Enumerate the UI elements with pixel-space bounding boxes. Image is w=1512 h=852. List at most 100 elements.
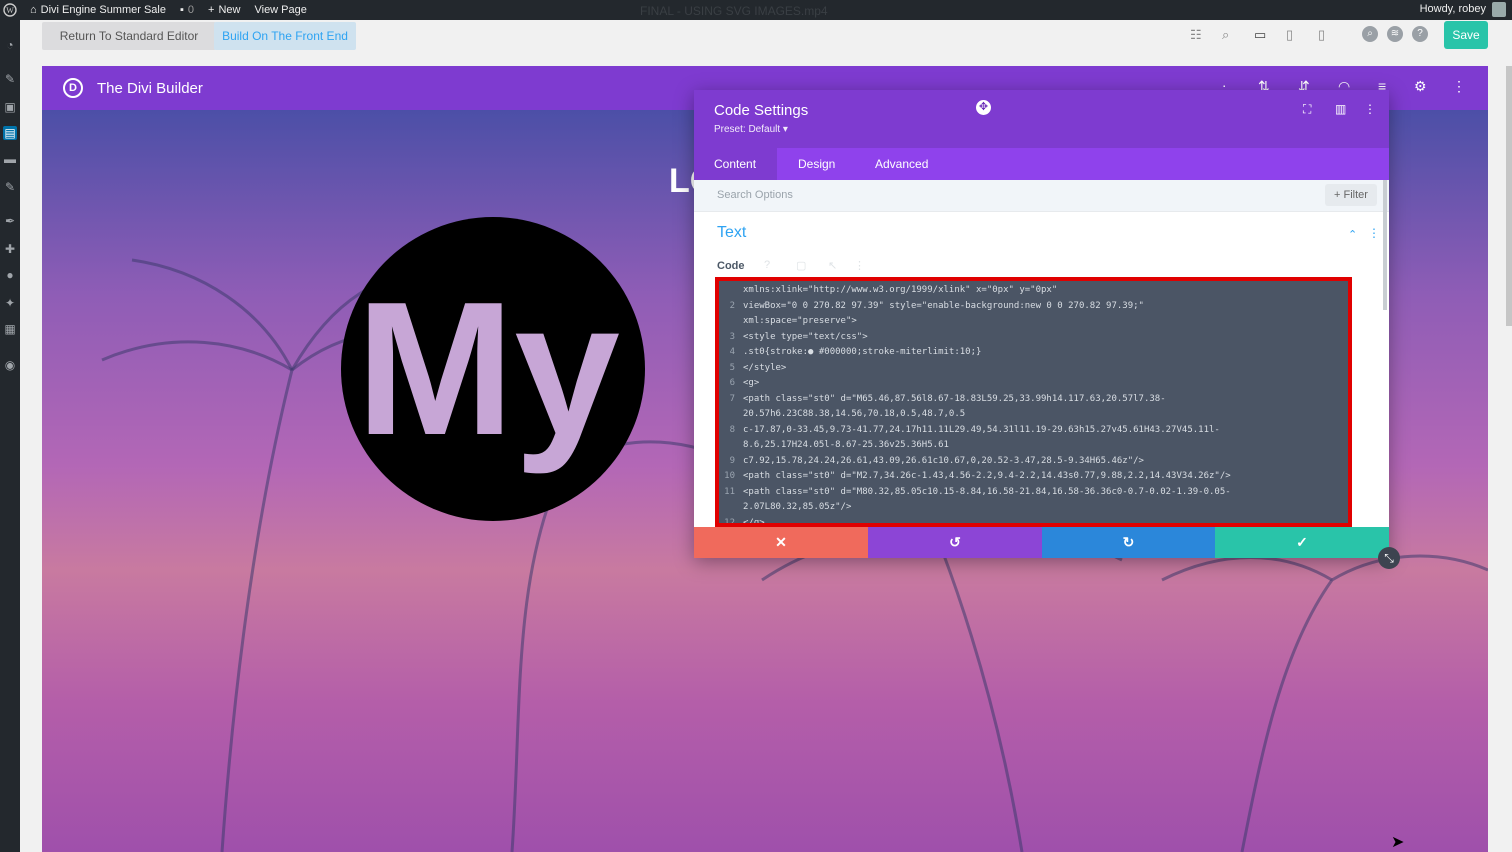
- code-editor[interactable]: xmlns:xlink="http://www.w3.org/1999/xlin…: [715, 277, 1352, 527]
- field-more-icon[interactable]: ⋮: [854, 259, 865, 272]
- fullscreen-icon[interactable]: ⛶: [1303, 102, 1311, 117]
- section-more-icon[interactable]: ⋮: [1368, 226, 1380, 240]
- divi-icon[interactable]: ◉: [3, 358, 17, 372]
- tab-content[interactable]: Content: [694, 148, 777, 180]
- my-logo-image[interactable]: My: [338, 214, 648, 524]
- search-input[interactable]: Search Options: [717, 189, 793, 201]
- phone-icon[interactable]: ▯: [1318, 27, 1325, 43]
- layers-icon[interactable]: ≋: [1387, 26, 1403, 42]
- search-options[interactable]: Search Options + Filter: [694, 180, 1389, 212]
- appearance-icon[interactable]: ✒: [3, 214, 17, 228]
- redo-button[interactable]: ↻: [1042, 527, 1215, 558]
- svg-text:W: W: [6, 6, 14, 15]
- save-button[interactable]: Save: [1444, 21, 1488, 49]
- code-text: <path class="st0" d="M2.7,34.26c-1.43,4.…: [743, 471, 1231, 481]
- dashboard-icon[interactable]: ◔: [3, 38, 17, 52]
- code-text: .st0{stroke:● #000000;stroke-miterlimit:…: [743, 347, 982, 357]
- search-icon[interactable]: ⌕: [1362, 26, 1378, 42]
- code-text: 2.07L80.32,85.05z"/>: [743, 502, 852, 512]
- plus-icon: +: [208, 4, 215, 16]
- svg-text:My: My: [356, 263, 620, 475]
- builder-toolbar: Return To Standard Editor Build On The F…: [20, 20, 1512, 66]
- line-number: 5: [729, 362, 735, 373]
- code-text: xmlns:xlink="http://www.w3.org/1999/xlin…: [743, 285, 1058, 295]
- admin-bar: W ⌂ Divi Engine Summer Sale ▪ 0 + New Vi…: [0, 0, 1512, 20]
- code-text: 8.6,25.17H24.05l-8.67-25.36v25.36H5.61: [743, 440, 949, 450]
- wireframe-icon[interactable]: ☷: [1190, 27, 1202, 43]
- modal-tabs: Content Design Advanced: [694, 148, 1389, 180]
- video-title-overlay: FINAL - USING SVG IMAGES.mp4: [640, 4, 828, 18]
- users-icon[interactable]: ●: [3, 268, 17, 282]
- code-text: <g>: [743, 378, 760, 388]
- line-number: 12: [724, 517, 735, 527]
- code-text: c7.92,15.78,24.24,26.61,43.09,26.61c10.6…: [743, 455, 1144, 466]
- zoom-icon[interactable]: ⌕: [1222, 27, 1229, 43]
- cancel-button[interactable]: ✕: [694, 527, 868, 558]
- line-number: 8: [729, 424, 735, 435]
- code-settings-modal: Code Settings Preset: Default ▾ ✥ ⛶ ▥ ⋮ …: [694, 90, 1389, 558]
- tablet-icon[interactable]: ▯: [1286, 27, 1293, 43]
- device-icon[interactable]: ▢: [796, 259, 806, 272]
- line-number: 9: [729, 455, 735, 466]
- tab-design[interactable]: Design: [778, 148, 855, 180]
- comments-icon[interactable]: ▬: [3, 152, 17, 166]
- code-label: Code: [717, 260, 745, 272]
- hover-icon[interactable]: ↖: [828, 259, 837, 272]
- line-number: 3: [729, 331, 735, 342]
- code-text: xml:space="preserve">: [743, 316, 857, 326]
- desktop-icon[interactable]: ▭: [1254, 27, 1266, 43]
- code-text: c-17.87,0-33.45,9.73-41.77,24.17h11.11L2…: [743, 424, 1220, 435]
- tools-icon[interactable]: ✦: [3, 296, 17, 310]
- line-number: 10: [724, 471, 735, 481]
- pin-icon[interactable]: ✎: [3, 72, 17, 86]
- help-icon[interactable]: ?: [764, 259, 770, 271]
- media-icon[interactable]: ▣: [3, 100, 17, 114]
- view-page-link[interactable]: View Page: [254, 4, 306, 16]
- site-link[interactable]: ⌂ Divi Engine Summer Sale: [30, 4, 166, 16]
- modal-more-icon[interactable]: ⋮: [1364, 102, 1376, 116]
- avatar[interactable]: [1492, 2, 1506, 17]
- preset-dropdown[interactable]: Preset: Default ▾: [714, 124, 788, 135]
- filter-button[interactable]: + Filter: [1325, 184, 1377, 206]
- modal-actions: ✕ ↺ ↻ ✓: [694, 527, 1389, 558]
- projects-icon[interactable]: ✎: [3, 180, 17, 194]
- wordpress-logo-icon[interactable]: W: [0, 3, 20, 17]
- line-number: 6: [729, 378, 735, 388]
- undo-button[interactable]: ↺: [868, 527, 1042, 558]
- code-text: 20.57h6.23C88.38,14.56,70.18,0.5,48.7,0.…: [743, 409, 966, 419]
- howdy-user[interactable]: Howdy, robey: [1420, 3, 1486, 15]
- save-changes-button[interactable]: ✓: [1215, 527, 1389, 558]
- code-text: viewBox="0 0 270.82 97.39" style="enable…: [743, 300, 1144, 311]
- gear-icon[interactable]: ⚙: [1414, 78, 1427, 95]
- code-text: <path class="st0" d="M80.32,85.05c10.15-…: [743, 486, 1231, 497]
- new-link[interactable]: + New: [208, 4, 240, 16]
- move-icon[interactable]: ✥: [976, 100, 991, 115]
- comments-link[interactable]: ▪ 0: [180, 4, 194, 16]
- resize-icon[interactable]: ⤡: [1378, 547, 1400, 569]
- line-number: 4: [729, 347, 735, 357]
- section-title[interactable]: Text: [717, 224, 746, 242]
- code-text: </style>: [743, 362, 787, 373]
- modal-scrollbar[interactable]: [1383, 180, 1387, 310]
- return-standard-editor-button[interactable]: Return To Standard Editor: [42, 22, 216, 50]
- more-icon[interactable]: ⋮: [1452, 78, 1466, 95]
- comment-icon: ▪: [180, 4, 184, 16]
- code-text: <style type="text/css">: [743, 331, 868, 342]
- modal-header: Code Settings Preset: Default ▾ ✥ ⛶ ▥ ⋮: [694, 90, 1389, 148]
- mouse-cursor-icon: ➤: [1391, 834, 1405, 851]
- tab-advanced[interactable]: Advanced: [855, 148, 948, 180]
- page-scrollbar[interactable]: [1506, 66, 1512, 326]
- line-number: 7: [729, 393, 735, 404]
- admin-sidebar: ◔ ✎ ▣ ▤ ▬ ✎ ✒ ✚ ● ✦ ▦ ◉: [0, 20, 20, 852]
- settings-icon[interactable]: ▦: [3, 322, 17, 336]
- chevron-up-icon[interactable]: ⌃: [1348, 228, 1357, 241]
- code-text: </g>: [743, 517, 765, 527]
- plugins-icon[interactable]: ✚: [3, 242, 17, 256]
- divi-logo-icon: D: [63, 78, 83, 98]
- modal-title: Code Settings: [714, 102, 809, 119]
- builder-title: The Divi Builder: [97, 80, 203, 97]
- pages-icon[interactable]: ▤: [3, 126, 17, 140]
- split-view-icon[interactable]: ▥: [1335, 102, 1346, 116]
- help-icon[interactable]: ?: [1412, 26, 1428, 42]
- build-front-end-button[interactable]: Build On The Front End: [214, 22, 356, 50]
